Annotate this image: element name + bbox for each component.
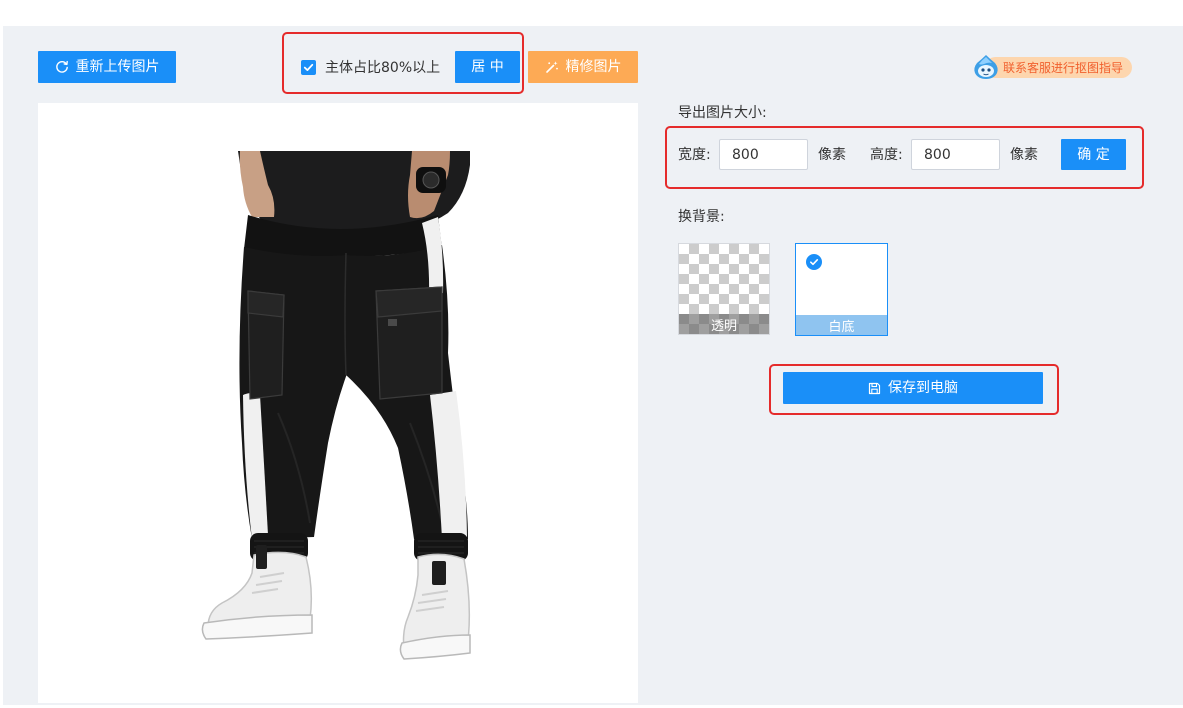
background-option-transparent[interactable]: 透明 [678, 243, 770, 335]
width-label: 宽度: [678, 147, 711, 163]
subject-ratio-option[interactable]: 主体占比80%以上 [301, 51, 440, 83]
subject-ratio-checkbox[interactable] [301, 59, 316, 75]
sneaker [399, 553, 471, 660]
refine-image-label: 精修图片 [565, 59, 622, 75]
subject-ratio-label: 主体占比80%以上 [325, 60, 441, 76]
refine-image-button[interactable]: 精修图片 [528, 51, 638, 83]
wristwatch [416, 167, 446, 193]
product-cutout-image [201, 151, 471, 660]
magic-wand-icon [545, 60, 559, 74]
height-input[interactable] [911, 139, 1000, 170]
support-label: 联系客服进行抠图指导 [1002, 61, 1123, 75]
reupload-button[interactable]: 重新上传图片 [38, 51, 176, 83]
background-option-label: 白底 [796, 315, 887, 335]
export-size-title: 导出图片大小: [678, 105, 767, 121]
width-input[interactable] [719, 139, 808, 170]
background-option-label: 透明 [679, 314, 769, 334]
mascot-icon[interactable] [972, 53, 1000, 81]
confirm-size-button[interactable]: 确 定 [1061, 139, 1126, 170]
background-title: 换背景: [678, 209, 725, 225]
save-icon [868, 382, 881, 395]
reupload-label: 重新上传图片 [75, 59, 160, 75]
height-unit: 像素 [1010, 147, 1038, 163]
save-label: 保存到电脑 [888, 380, 958, 396]
refresh-icon [55, 60, 69, 74]
editor-panel: 重新上传图片 主体占比80%以上 居 中 精修图片 联系客服进行抠图指导 导出图… [3, 26, 1183, 705]
image-preview [38, 103, 638, 703]
checkmark-icon [303, 63, 314, 71]
width-unit: 像素 [818, 147, 846, 163]
selected-check-icon [806, 254, 822, 270]
sneaker [201, 545, 313, 640]
support-link[interactable]: 联系客服进行抠图指导 [985, 57, 1132, 78]
save-to-computer-button[interactable]: 保存到电脑 [783, 372, 1043, 404]
background-option-white[interactable]: 白底 [795, 243, 888, 336]
center-button[interactable]: 居 中 [455, 51, 520, 83]
height-label: 高度: [870, 147, 903, 163]
